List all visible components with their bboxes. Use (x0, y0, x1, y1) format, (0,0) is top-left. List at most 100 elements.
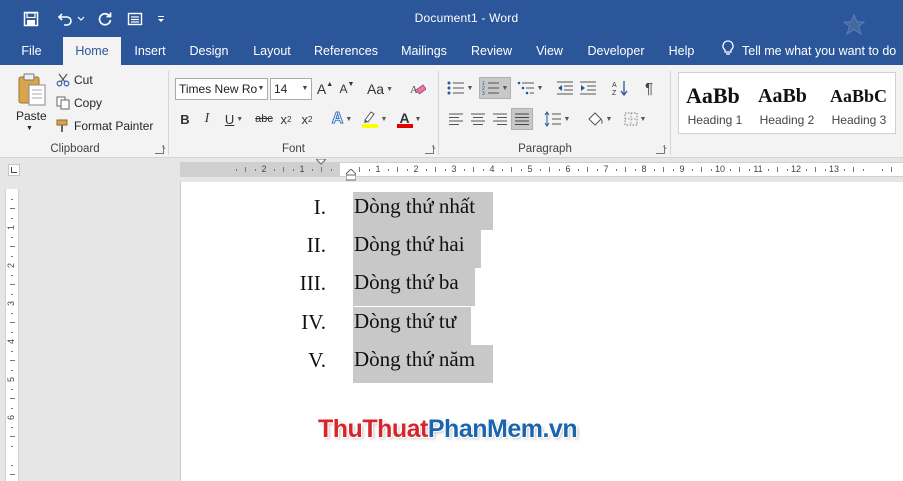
style-heading-3-name: Heading 3 (831, 113, 887, 127)
format-painter-button[interactable]: Format Painter (56, 118, 158, 136)
hanging-indent-marker-icon[interactable] (346, 169, 356, 181)
ruler-tick (615, 168, 617, 171)
format-painter-icon (56, 119, 68, 132)
style-heading-2[interactable]: AaBb Heading 2 (751, 73, 823, 133)
clear-formatting-button[interactable]: A (408, 78, 428, 100)
paragraph-dialog-launcher-icon[interactable] (656, 145, 665, 154)
align-left-button[interactable] (446, 108, 466, 130)
font-color-button[interactable]: A ▼ (394, 108, 424, 130)
copy-button[interactable]: Copy (56, 95, 116, 113)
tab-design[interactable]: Design (184, 37, 234, 65)
line-spacing-button[interactable]: ▼ (542, 108, 572, 130)
paste-button[interactable]: Paste ▼ (12, 73, 50, 135)
tab-review[interactable]: Review (465, 37, 518, 65)
tab-view[interactable]: View (530, 37, 569, 65)
show-formatting-marks-button[interactable]: ¶ (640, 77, 658, 99)
highlight-color-button[interactable]: ▼ (360, 108, 388, 130)
style-heading-1[interactable]: AaBb Heading 1 (679, 73, 751, 133)
ruler-tick (359, 167, 360, 172)
list-item[interactable]: V. Dòng thứ năm (181, 335, 903, 383)
numbering-button[interactable]: 1 2 3 ▼ (479, 77, 511, 99)
ruler-tick (577, 168, 579, 171)
vertical-ruler-tick (9, 436, 15, 437)
tell-me-search[interactable]: Tell me what you want to do (722, 37, 896, 65)
vertical-ruler-number: 6 (6, 414, 17, 421)
style-heading-3[interactable]: AaBbC Heading 3 (823, 73, 895, 133)
tab-references[interactable]: References (309, 37, 383, 65)
font-dialog-launcher-icon[interactable] (425, 145, 434, 154)
strikethrough-button[interactable]: abc (254, 108, 274, 130)
ruler-number: 1 (299, 164, 305, 174)
tab-insert[interactable]: Insert (128, 37, 172, 65)
vertical-ruler-tick (11, 198, 13, 200)
vertical-ruler-tick (9, 474, 15, 475)
justify-icon (515, 113, 529, 125)
grow-font-icon: A (316, 81, 327, 97)
vertical-ruler-tick (11, 274, 13, 276)
ruler-tick (368, 168, 370, 171)
borders-icon (624, 112, 638, 126)
list-item[interactable]: II. Dòng thứ hai (181, 220, 903, 268)
list-item[interactable]: I. Dòng thứ nhất (181, 182, 903, 230)
multilevel-list-button[interactable]: ▼ (515, 77, 545, 99)
font-size-combo[interactable]: 14 ▼ (270, 78, 312, 100)
ruler-tick (634, 168, 636, 171)
tab-mailings[interactable]: Mailings (394, 37, 454, 65)
shrink-font-button[interactable]: A ▼ (338, 78, 356, 100)
increase-indent-icon (580, 81, 596, 95)
bullets-button[interactable]: ▼ (445, 77, 475, 99)
ruler-tick (311, 168, 313, 171)
list-item[interactable]: IV. Dòng thứ tư (181, 297, 903, 345)
tab-layout[interactable]: Layout (247, 37, 297, 65)
watermark-part-2: Thuat (362, 415, 428, 443)
format-painter-label: Format Painter (74, 119, 154, 133)
paste-caret-icon: ▼ (26, 125, 33, 132)
ruler-number: 11 (753, 164, 763, 174)
tab-selector-icon[interactable] (8, 164, 20, 176)
style-heading-2-sample: AaBb (758, 85, 807, 107)
font-name-dropdown-icon[interactable]: ▼ (255, 79, 267, 99)
change-case-button[interactable]: Aa ▼ (364, 78, 396, 100)
shading-button[interactable]: ▼ (584, 108, 614, 130)
align-right-button[interactable] (490, 108, 510, 130)
vertical-ruler-tick (11, 312, 13, 314)
list-item[interactable]: III. Dòng thứ ba (181, 258, 903, 306)
superscript-button[interactable]: x2 (298, 108, 316, 130)
ruler-number: 13 (828, 164, 840, 174)
text-effects-button[interactable]: A ▼ (328, 108, 356, 130)
sort-button[interactable]: AZ (610, 77, 630, 99)
underline-button[interactable]: U ▼ (220, 108, 248, 130)
ruler-tick (511, 167, 512, 172)
increase-indent-button[interactable] (578, 77, 598, 99)
justify-button[interactable] (511, 108, 533, 130)
tab-developer[interactable]: Developer (582, 37, 650, 65)
first-line-indent-marker-icon[interactable] (316, 159, 326, 165)
tab-home[interactable]: Home (63, 37, 121, 65)
vertical-ruler[interactable]: 1 2 3 4 5 6 (5, 189, 19, 481)
decrease-indent-button[interactable] (555, 77, 575, 99)
subscript-button[interactable]: x2 (277, 108, 295, 130)
ruler-tick (824, 168, 826, 171)
cut-button[interactable]: Cut (56, 72, 116, 90)
bold-button[interactable]: B (176, 108, 194, 130)
ruler-tick (739, 167, 740, 172)
numbering-icon: 123 (482, 81, 499, 95)
cut-label: Cut (74, 73, 93, 87)
list-text-selected[interactable]: Dòng thứ năm (353, 345, 493, 383)
borders-button[interactable]: ▼ (620, 108, 650, 130)
horizontal-ruler[interactable]: 2 1 1 2 3 4 5 6 7 8 9 10 11 12 13 (180, 159, 903, 181)
svg-text:Z: Z (612, 90, 617, 96)
tab-file[interactable]: File (14, 37, 49, 65)
align-center-button[interactable] (468, 108, 488, 130)
group-divider (168, 71, 169, 155)
account-icon[interactable] (842, 13, 866, 39)
title-bar: Document1 - Word (0, 0, 903, 37)
clipboard-dialog-launcher-icon[interactable] (155, 145, 164, 154)
font-name-combo[interactable]: Times New Ro ▼ (175, 78, 268, 100)
italic-button[interactable]: I (198, 108, 216, 130)
font-size-dropdown-icon[interactable]: ▼ (299, 79, 311, 99)
grow-font-button[interactable]: A ▲ (316, 78, 334, 100)
tab-help[interactable]: Help (662, 37, 701, 65)
paste-label: Paste (16, 109, 47, 123)
ruler-tick (435, 167, 436, 172)
